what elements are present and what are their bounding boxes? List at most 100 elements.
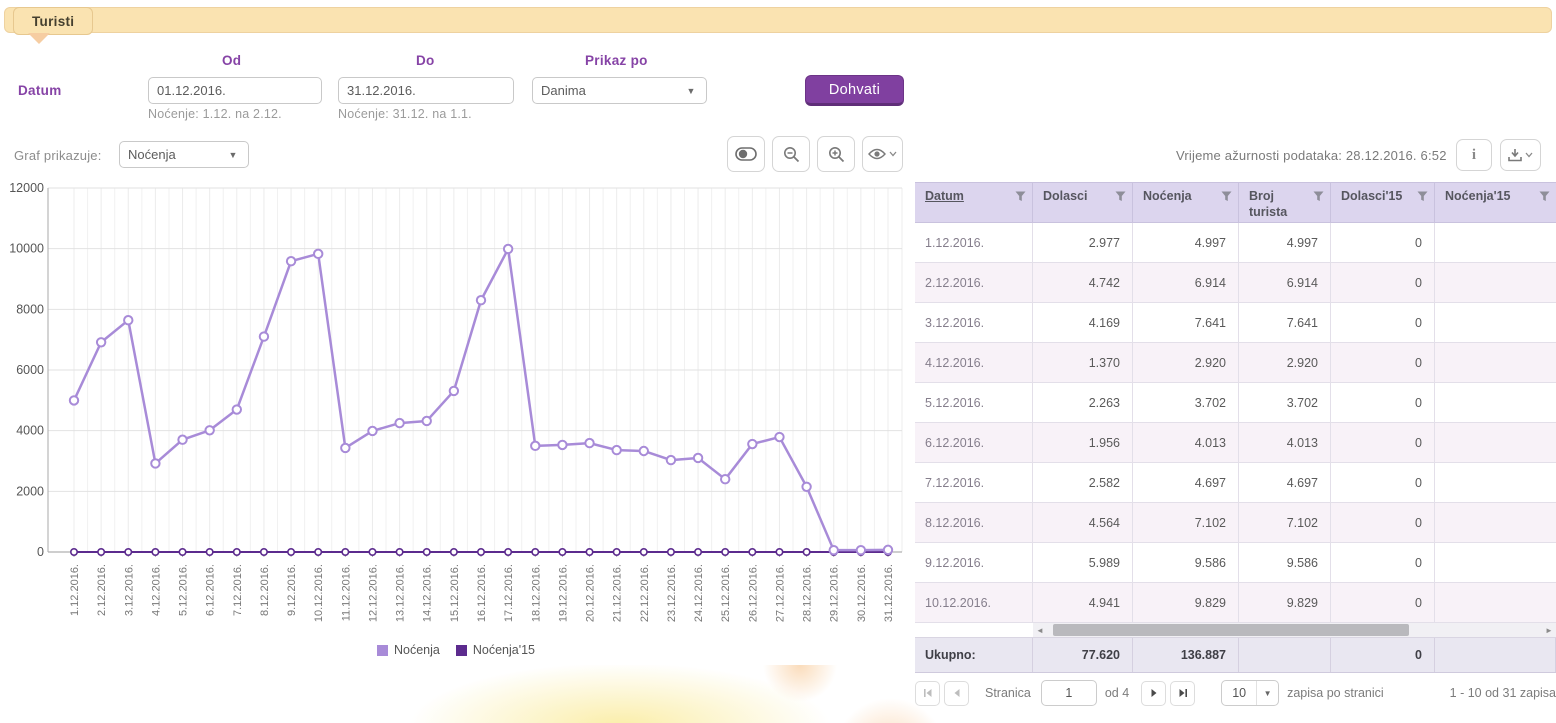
table-cell: 4.169	[1033, 303, 1133, 342]
prev-page-button[interactable]	[944, 681, 969, 706]
total-cell: 136.887	[1133, 638, 1239, 672]
table-row[interactable]: 8.12.2016.4.5647.1027.1020	[915, 503, 1556, 543]
table-body: 1.12.2016.2.9774.9974.99702.12.2016.4.74…	[915, 223, 1556, 623]
column-header-5[interactable]: Dolasci'15	[1331, 183, 1435, 222]
table-total-row: Ukupno:77.620136.8870	[915, 638, 1556, 673]
table-row[interactable]: 3.12.2016.4.1697.6417.6410	[915, 303, 1556, 343]
tab-turisti-label: Turisti	[32, 14, 74, 29]
table-row[interactable]: 1.12.2016.2.9774.9974.9970	[915, 223, 1556, 263]
table-cell: 4.013	[1239, 423, 1331, 462]
page-number-input[interactable]	[1041, 680, 1097, 706]
table-cell	[1435, 583, 1556, 622]
prikaz-po-select[interactable]: Danima ▼	[532, 77, 707, 104]
column-header-6[interactable]: Noćenja'15	[1435, 183, 1556, 222]
graf-prikazuje-label: Graf prikazuje:	[14, 148, 102, 163]
table-row[interactable]: 5.12.2016.2.2633.7023.7020	[915, 383, 1556, 423]
page-size-select[interactable]: 10 ▼	[1221, 680, 1279, 706]
column-header-label: Noćenja	[1143, 189, 1192, 205]
date-from-input[interactable]	[149, 78, 322, 103]
table-row[interactable]: 6.12.2016.1.9564.0134.0130	[915, 423, 1556, 463]
chevron-down-icon	[889, 151, 897, 157]
first-page-button[interactable]	[915, 681, 940, 706]
zoom-out-icon	[783, 146, 800, 163]
table-cell: 9.829	[1133, 583, 1239, 622]
table-cell: 3.12.2016.	[915, 303, 1033, 342]
table-row[interactable]: 10.12.2016.4.9419.8299.8290	[915, 583, 1556, 623]
table-cell: 2.920	[1239, 343, 1331, 382]
column-header-2[interactable]: Dolasci	[1033, 183, 1133, 222]
record-range-label: 1 - 10 od 31 zapisa	[1450, 686, 1556, 700]
table-cell	[1435, 303, 1556, 342]
table-row[interactable]: 7.12.2016.2.5824.6974.6970	[915, 463, 1556, 503]
table-cell: 6.914	[1133, 263, 1239, 302]
table-cell: 4.742	[1033, 263, 1133, 302]
svg-text:28.12.2016.: 28.12.2016.	[802, 564, 814, 622]
svg-text:14.12.2016.: 14.12.2016.	[422, 564, 434, 622]
table-cell: 6.914	[1239, 263, 1331, 302]
table-cell: 7.12.2016.	[915, 463, 1033, 502]
table-cell: 0	[1331, 423, 1435, 462]
table-cell: 4.997	[1133, 223, 1239, 262]
table-cell	[1435, 383, 1556, 422]
column-header-4[interactable]: Broj turista	[1239, 183, 1331, 222]
tab-turisti[interactable]: Turisti	[13, 7, 93, 35]
line-chart[interactable]: 0200040006000800010000120001.12.2016.2.1…	[0, 180, 912, 672]
table-cell: 0	[1331, 223, 1435, 262]
table-row[interactable]: 9.12.2016.5.9899.5869.5860	[915, 543, 1556, 583]
table-row[interactable]: 2.12.2016.4.7426.9146.9140	[915, 263, 1556, 303]
last-page-button[interactable]	[1170, 681, 1195, 706]
column-header-1[interactable]: Datum	[915, 183, 1033, 222]
table-cell: 0	[1331, 303, 1435, 342]
svg-text:10000: 10000	[9, 242, 44, 256]
column-header-3[interactable]: Noćenja	[1133, 183, 1239, 222]
legend-swatch-icon	[456, 645, 467, 656]
svg-text:4000: 4000	[16, 424, 44, 438]
chart-toggle-button[interactable]	[727, 136, 765, 172]
svg-text:12000: 12000	[9, 181, 44, 195]
filter-funnel-icon[interactable]	[1115, 191, 1126, 202]
filter-funnel-icon[interactable]	[1015, 191, 1026, 202]
svg-text:22.12.2016.: 22.12.2016.	[639, 564, 651, 622]
filter-funnel-icon[interactable]	[1417, 191, 1428, 202]
table-row[interactable]: 4.12.2016.1.3702.9202.9200	[915, 343, 1556, 383]
scroll-right-icon[interactable]: ►	[1542, 623, 1556, 637]
table-cell: 0	[1331, 583, 1435, 622]
page-size-label: zapisa po stranici	[1287, 686, 1384, 700]
horizontal-scrollbar[interactable]: ◄ ►	[1033, 623, 1556, 637]
date-from-hint: Noćenje: 1.12. na 2.12.	[148, 107, 282, 121]
zoom-in-button[interactable]	[817, 136, 855, 172]
svg-text:11.12.2016.: 11.12.2016.	[340, 564, 352, 621]
date-to-input[interactable]	[339, 78, 514, 103]
info-button[interactable]: i	[1456, 139, 1492, 171]
scrollbar-thumb[interactable]	[1053, 624, 1409, 636]
table-cell	[1435, 343, 1556, 382]
scrollbar-track[interactable]	[1047, 623, 1542, 637]
next-page-button[interactable]	[1141, 681, 1166, 706]
legend-label: Noćenja	[394, 643, 440, 657]
svg-text:13.12.2016.: 13.12.2016.	[395, 564, 407, 622]
filter-funnel-icon[interactable]	[1539, 191, 1550, 202]
filter-funnel-icon[interactable]	[1221, 191, 1232, 202]
do-label: Do	[416, 53, 435, 68]
page-size-value: 10	[1222, 686, 1256, 700]
svg-text:3.12.2016.: 3.12.2016.	[123, 564, 135, 616]
svg-text:10.12.2016.: 10.12.2016.	[313, 564, 325, 622]
prev-page-icon	[952, 688, 962, 698]
table-cell: 3.702	[1239, 383, 1331, 422]
svg-text:17.12.2016.: 17.12.2016.	[503, 564, 515, 622]
table-cell: 4.12.2016.	[915, 343, 1033, 382]
table-cell: 2.12.2016.	[915, 263, 1033, 302]
chevron-down-icon	[1525, 152, 1533, 158]
filter-funnel-icon[interactable]	[1313, 191, 1324, 202]
scroll-left-icon[interactable]: ◄	[1033, 623, 1047, 637]
graf-prikazuje-select[interactable]: Noćenja ▼	[119, 141, 249, 168]
dohvati-button[interactable]: Dohvati	[805, 75, 904, 106]
svg-text:9.12.2016.: 9.12.2016.	[286, 564, 298, 616]
download-button[interactable]	[1500, 139, 1541, 171]
zoom-out-button[interactable]	[772, 136, 810, 172]
series-visibility-button[interactable]	[862, 136, 903, 172]
table-cell: 4.564	[1033, 503, 1133, 542]
tab-bar: Turisti	[4, 7, 1552, 33]
legend-item: Noćenja	[377, 643, 440, 657]
zoom-in-icon	[828, 146, 845, 163]
